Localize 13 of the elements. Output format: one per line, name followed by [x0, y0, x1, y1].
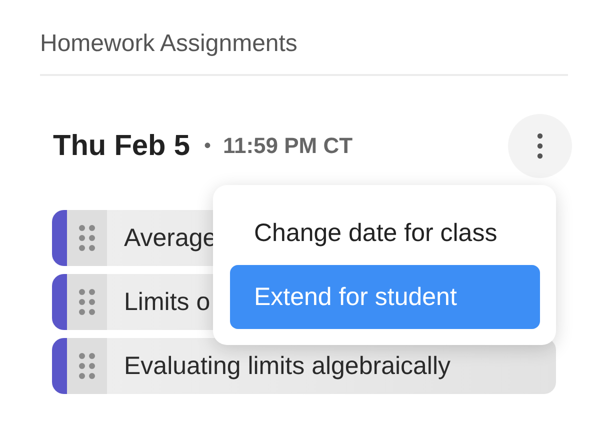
assignment-title: Average — [124, 224, 217, 252]
assignment-row[interactable]: Evaluating limits algebraically — [52, 338, 556, 394]
menu-item[interactable]: Change date for class — [230, 201, 540, 265]
assignment-title: Limits o — [124, 288, 210, 316]
drag-handle-icon[interactable] — [78, 288, 96, 316]
drag-handle-icon[interactable] — [78, 352, 96, 380]
due-time: 11:59 PM CT — [222, 133, 353, 159]
section-title: Homework Assignments — [40, 29, 298, 59]
assignment-title: Evaluating limits algebraically — [124, 352, 451, 380]
separator-dot: • — [204, 134, 211, 158]
more-icon — [537, 133, 543, 159]
due-date: Thu Feb 5 — [53, 130, 190, 162]
drag-handle-icon[interactable] — [78, 224, 96, 252]
